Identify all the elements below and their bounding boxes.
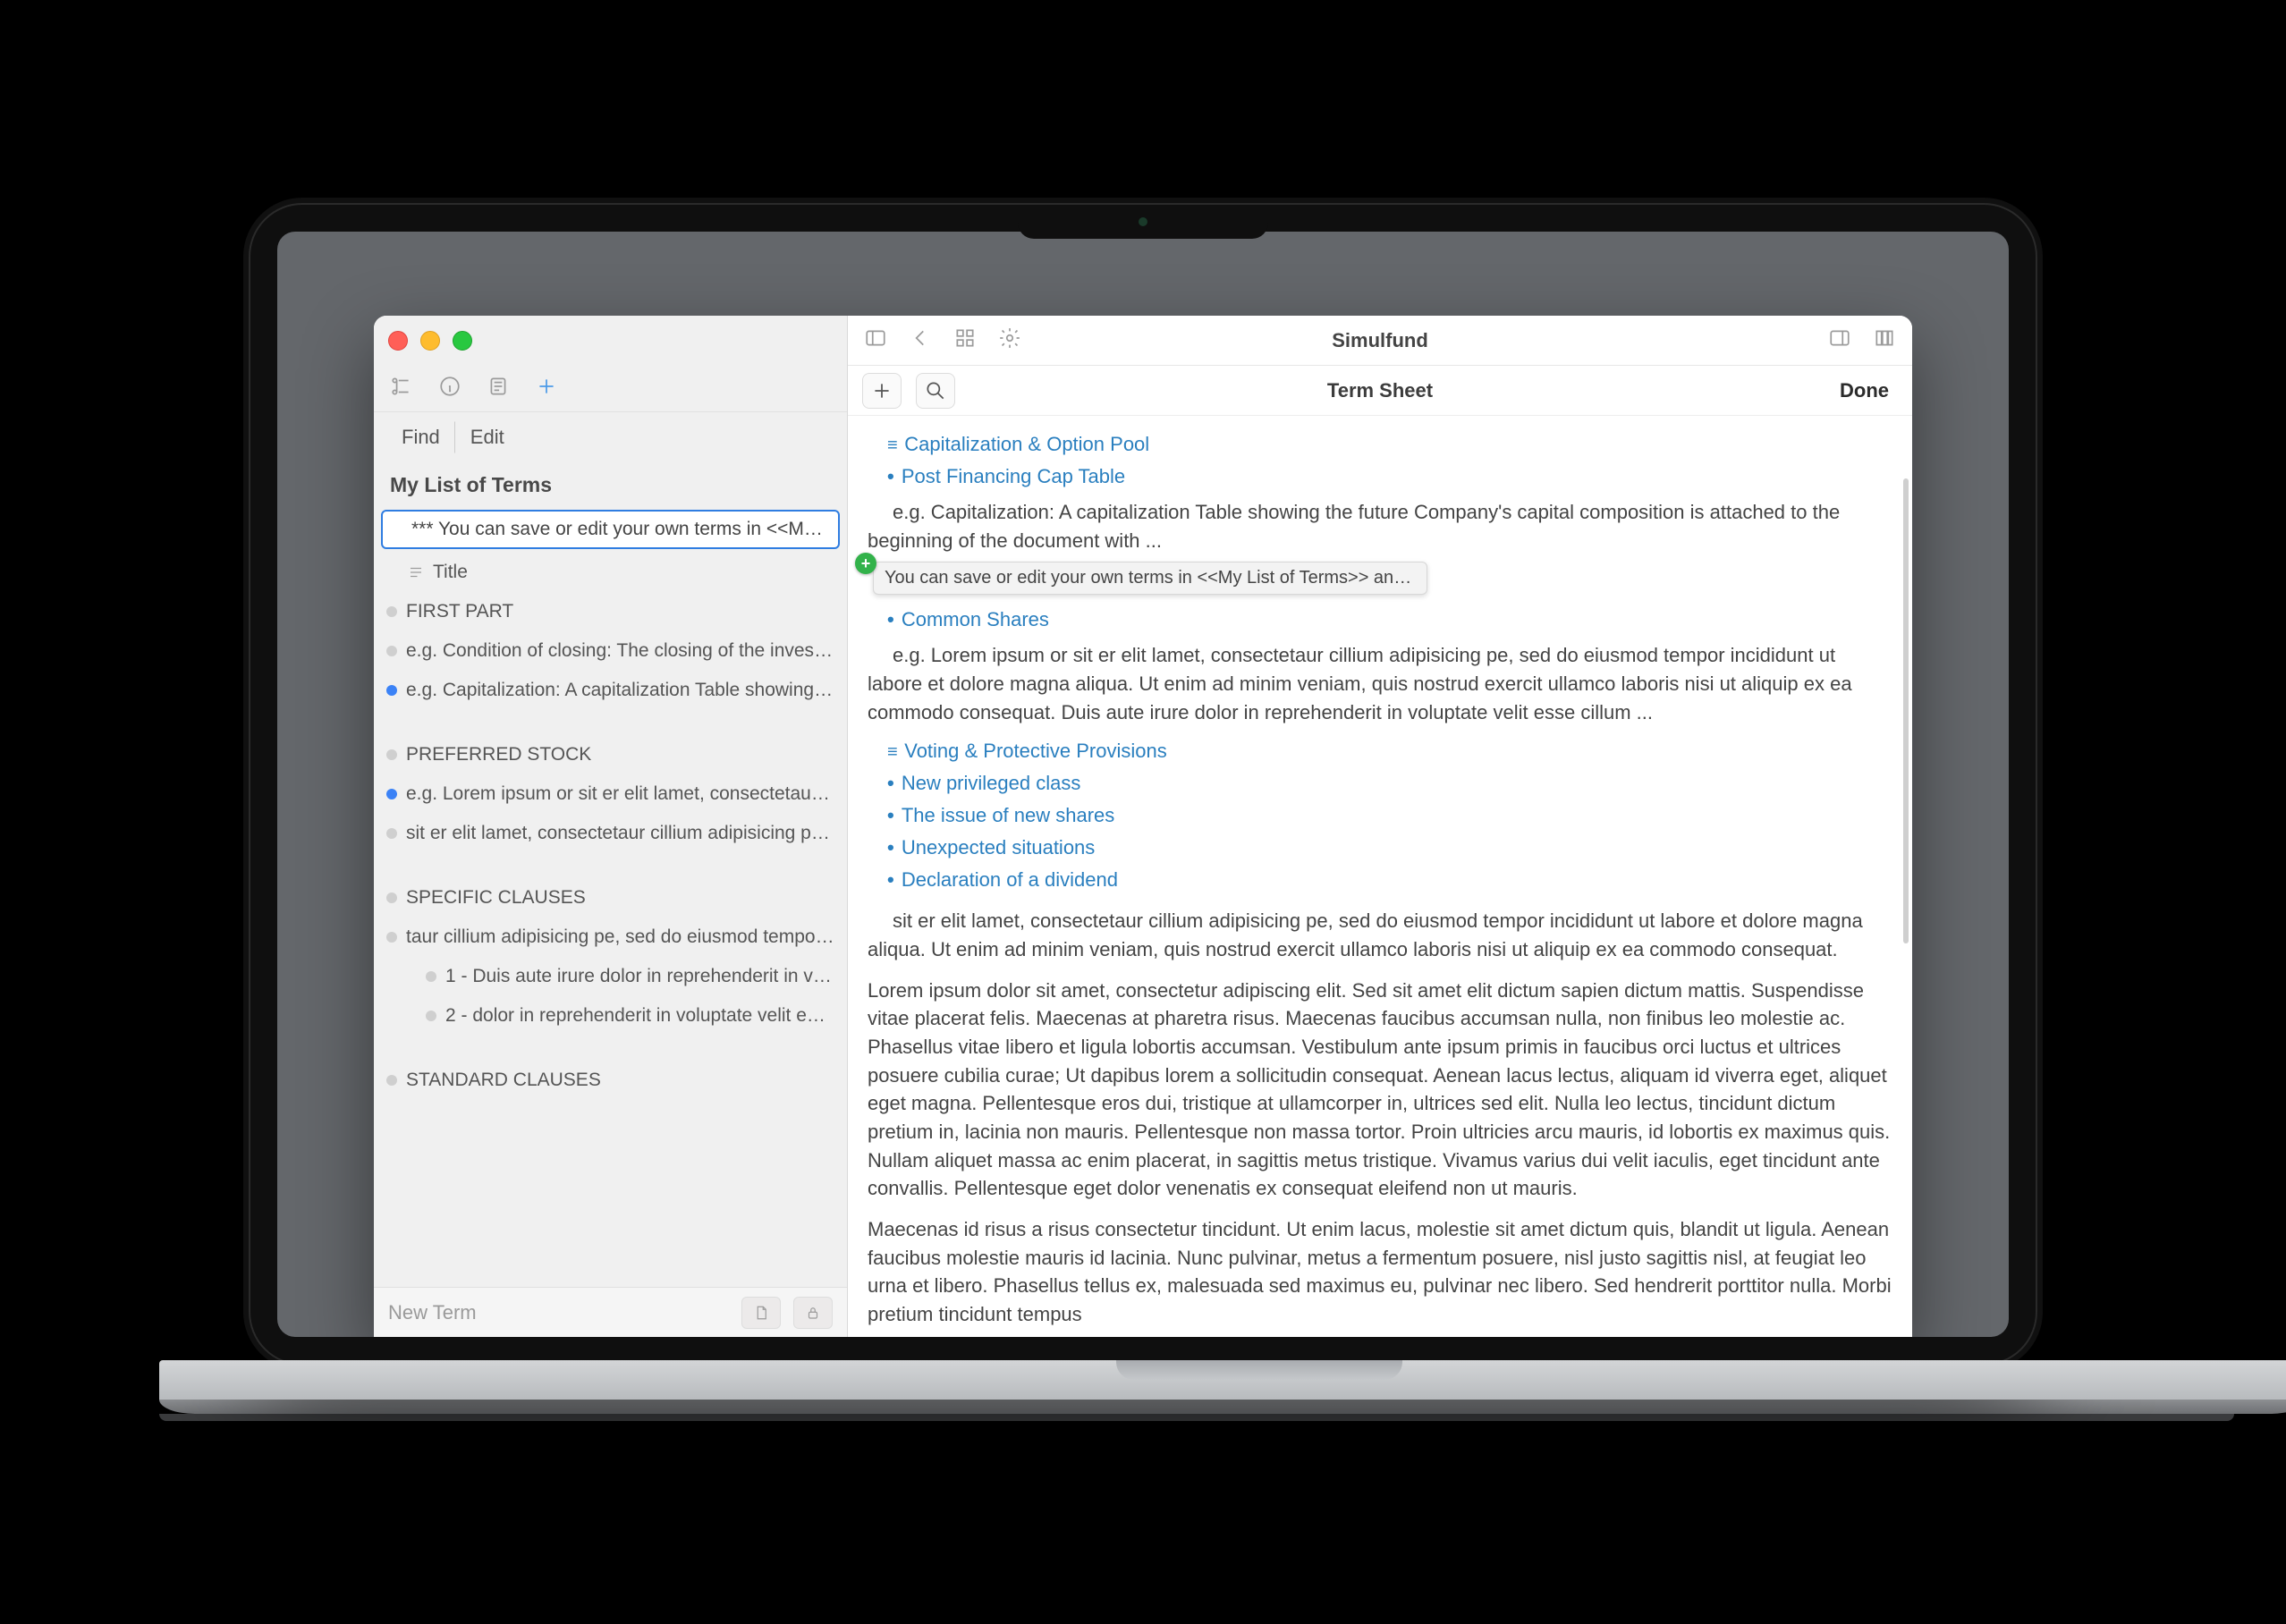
bullet-icon [386,789,397,799]
find-edit-tabs: Find Edit [374,412,847,462]
bullet-icon [386,932,397,943]
grid-icon[interactable] [953,326,977,355]
sidebar-panel: Find Edit My List of Terms *** You can s… [374,316,848,1337]
document-icon[interactable] [741,1297,781,1329]
app-title: Simulfund [1332,329,1428,352]
list-item-label: e.g. Lorem ipsum or sit er elit lamet, c… [406,783,834,805]
list-item-label: FIRST PART [406,601,513,622]
section-heading[interactable]: Capitalization & Option Pool [868,428,1892,461]
sidebar-toolbar [374,366,847,412]
back-icon[interactable] [909,326,932,355]
edit-tab[interactable]: Edit [455,421,519,453]
bullet-icon [386,892,397,903]
bullet-icon [386,1075,397,1086]
bullet-icon [426,971,436,982]
list-item-label: 2 - dolor in reprehenderit in voluptate … [445,1005,834,1027]
gear-icon[interactable] [998,326,1021,355]
list-item-label: Title [433,562,468,583]
list-item-label: SPECIFIC CLAUSES [406,887,586,909]
section-heading[interactable]: Voting & Protective Provisions [868,735,1892,767]
list-item-label: 1 - Duis aute irure dolor in reprehender… [445,966,834,987]
laptop-base-edge [159,1400,2286,1414]
window-titlebar [374,316,847,366]
term-link[interactable]: Declaration of a dividend [868,864,1892,896]
list-item[interactable]: taur cillium adipisicing pe, sed do eius… [374,918,847,957]
bullet-icon [386,828,397,839]
laptop-feet [159,1414,2234,1421]
body-text: e.g. Lorem ipsum or sit er elit lamet, c… [868,641,1892,726]
add-button[interactable] [862,373,902,409]
term-link[interactable]: New privileged class [868,767,1892,799]
close-window-button[interactable] [388,331,408,351]
find-tab[interactable]: Find [386,421,455,453]
editor-subtoolbar: Term Sheet Done [848,366,1912,416]
list-item[interactable]: e.g. Capitalization: A capitalization Ta… [374,671,847,710]
heading-icon [408,564,424,580]
drag-insert-preview[interactable]: + You can save or edit your own terms in… [862,562,1892,595]
display-notch [1018,205,1268,239]
add-icon[interactable] [535,375,558,403]
list-item[interactable]: FIRST PART [374,592,847,631]
camera-icon [1139,217,1147,226]
fullscreen-window-button[interactable] [453,331,472,351]
new-term-label[interactable]: New Term [388,1301,729,1324]
bullet-icon [386,685,397,696]
app-window: Find Edit My List of Terms *** You can s… [374,316,1912,1337]
list-item[interactable]: e.g. Lorem ipsum or sit er elit lamet, c… [374,774,847,814]
editor-toolbar: Simulfund [848,316,1912,366]
sidebar-heading: My List of Terms [374,462,847,506]
document-body[interactable]: Capitalization & Option Pool Post Financ… [848,416,1912,1337]
bullet-icon [386,749,397,760]
list-item-label: e.g. Capitalization: A capitalization Ta… [406,680,834,701]
structure-icon[interactable] [390,375,413,403]
minimize-window-button[interactable] [420,331,440,351]
list-item-label: sit er elit lamet, consectetaur cillium … [406,823,834,844]
done-button[interactable]: Done [1831,374,1898,408]
desktop-wallpaper: Find Edit My List of Terms *** You can s… [277,232,2009,1337]
body-text: Maecenas id risus a risus consectetur ti… [868,1215,1892,1329]
list-item-label: taur cillium adipisicing pe, sed do eius… [406,926,834,948]
term-list[interactable]: *** You can save or edit your own terms … [374,506,847,1287]
list-item[interactable]: 1 - Duis aute irure dolor in reprehender… [374,957,847,996]
body-text: sit er elit lamet, consectetaur cillium … [868,907,1892,963]
list-item-label: STANDARD CLAUSES [406,1070,601,1091]
document-title: Term Sheet [1327,379,1433,402]
scrollbar[interactable] [1903,478,1909,943]
term-link[interactable]: Unexpected situations [868,832,1892,864]
list-item-label: PREFERRED STOCK [406,744,591,765]
bullet-icon [386,606,397,617]
term-link[interactable]: Post Financing Cap Table [868,461,1892,493]
drag-hint-text: You can save or edit your own terms in <… [873,562,1427,595]
list-item-label: e.g. Condition of closing: The closing o… [406,640,834,662]
sidebar-footer: New Term [374,1287,847,1337]
term-link[interactable]: The issue of new shares [868,799,1892,832]
list-item-label: *** You can save or edit your own terms … [411,519,829,540]
list-item[interactable]: SPECIFIC CLAUSES [374,878,847,918]
list-item[interactable]: sit er elit lamet, consectetaur cillium … [374,814,847,853]
list-item[interactable]: *** You can save or edit your own terms … [381,510,840,549]
toggle-sidebar-icon[interactable] [864,326,887,355]
panel-layout-icon[interactable] [1828,326,1851,355]
body-text: Lorem ipsum dolor sit amet, consectetur … [868,977,1892,1203]
term-link[interactable]: Common Shares [868,604,1892,636]
list-item[interactable]: e.g. Condition of closing: The closing o… [374,631,847,671]
editor-panel: Simulfund [848,316,1912,1337]
list-item[interactable]: Title [374,553,847,592]
list-item[interactable]: STANDARD CLAUSES [374,1061,847,1100]
lock-icon[interactable] [793,1297,833,1329]
list-icon[interactable] [487,375,510,403]
bullet-icon [426,1011,436,1021]
info-icon[interactable] [438,375,461,403]
bullet-icon [386,646,397,656]
list-item[interactable]: 2 - dolor in reprehenderit in voluptate … [374,996,847,1036]
laptop-frame: Find Edit My List of Terms *** You can s… [159,203,2127,1421]
list-item[interactable]: PREFERRED STOCK [374,735,847,774]
body-text: e.g. Capitalization: A capitalization Ta… [868,498,1892,554]
laptop-base [159,1360,2286,1400]
columns-icon[interactable] [1873,326,1896,355]
search-button[interactable] [916,373,955,409]
